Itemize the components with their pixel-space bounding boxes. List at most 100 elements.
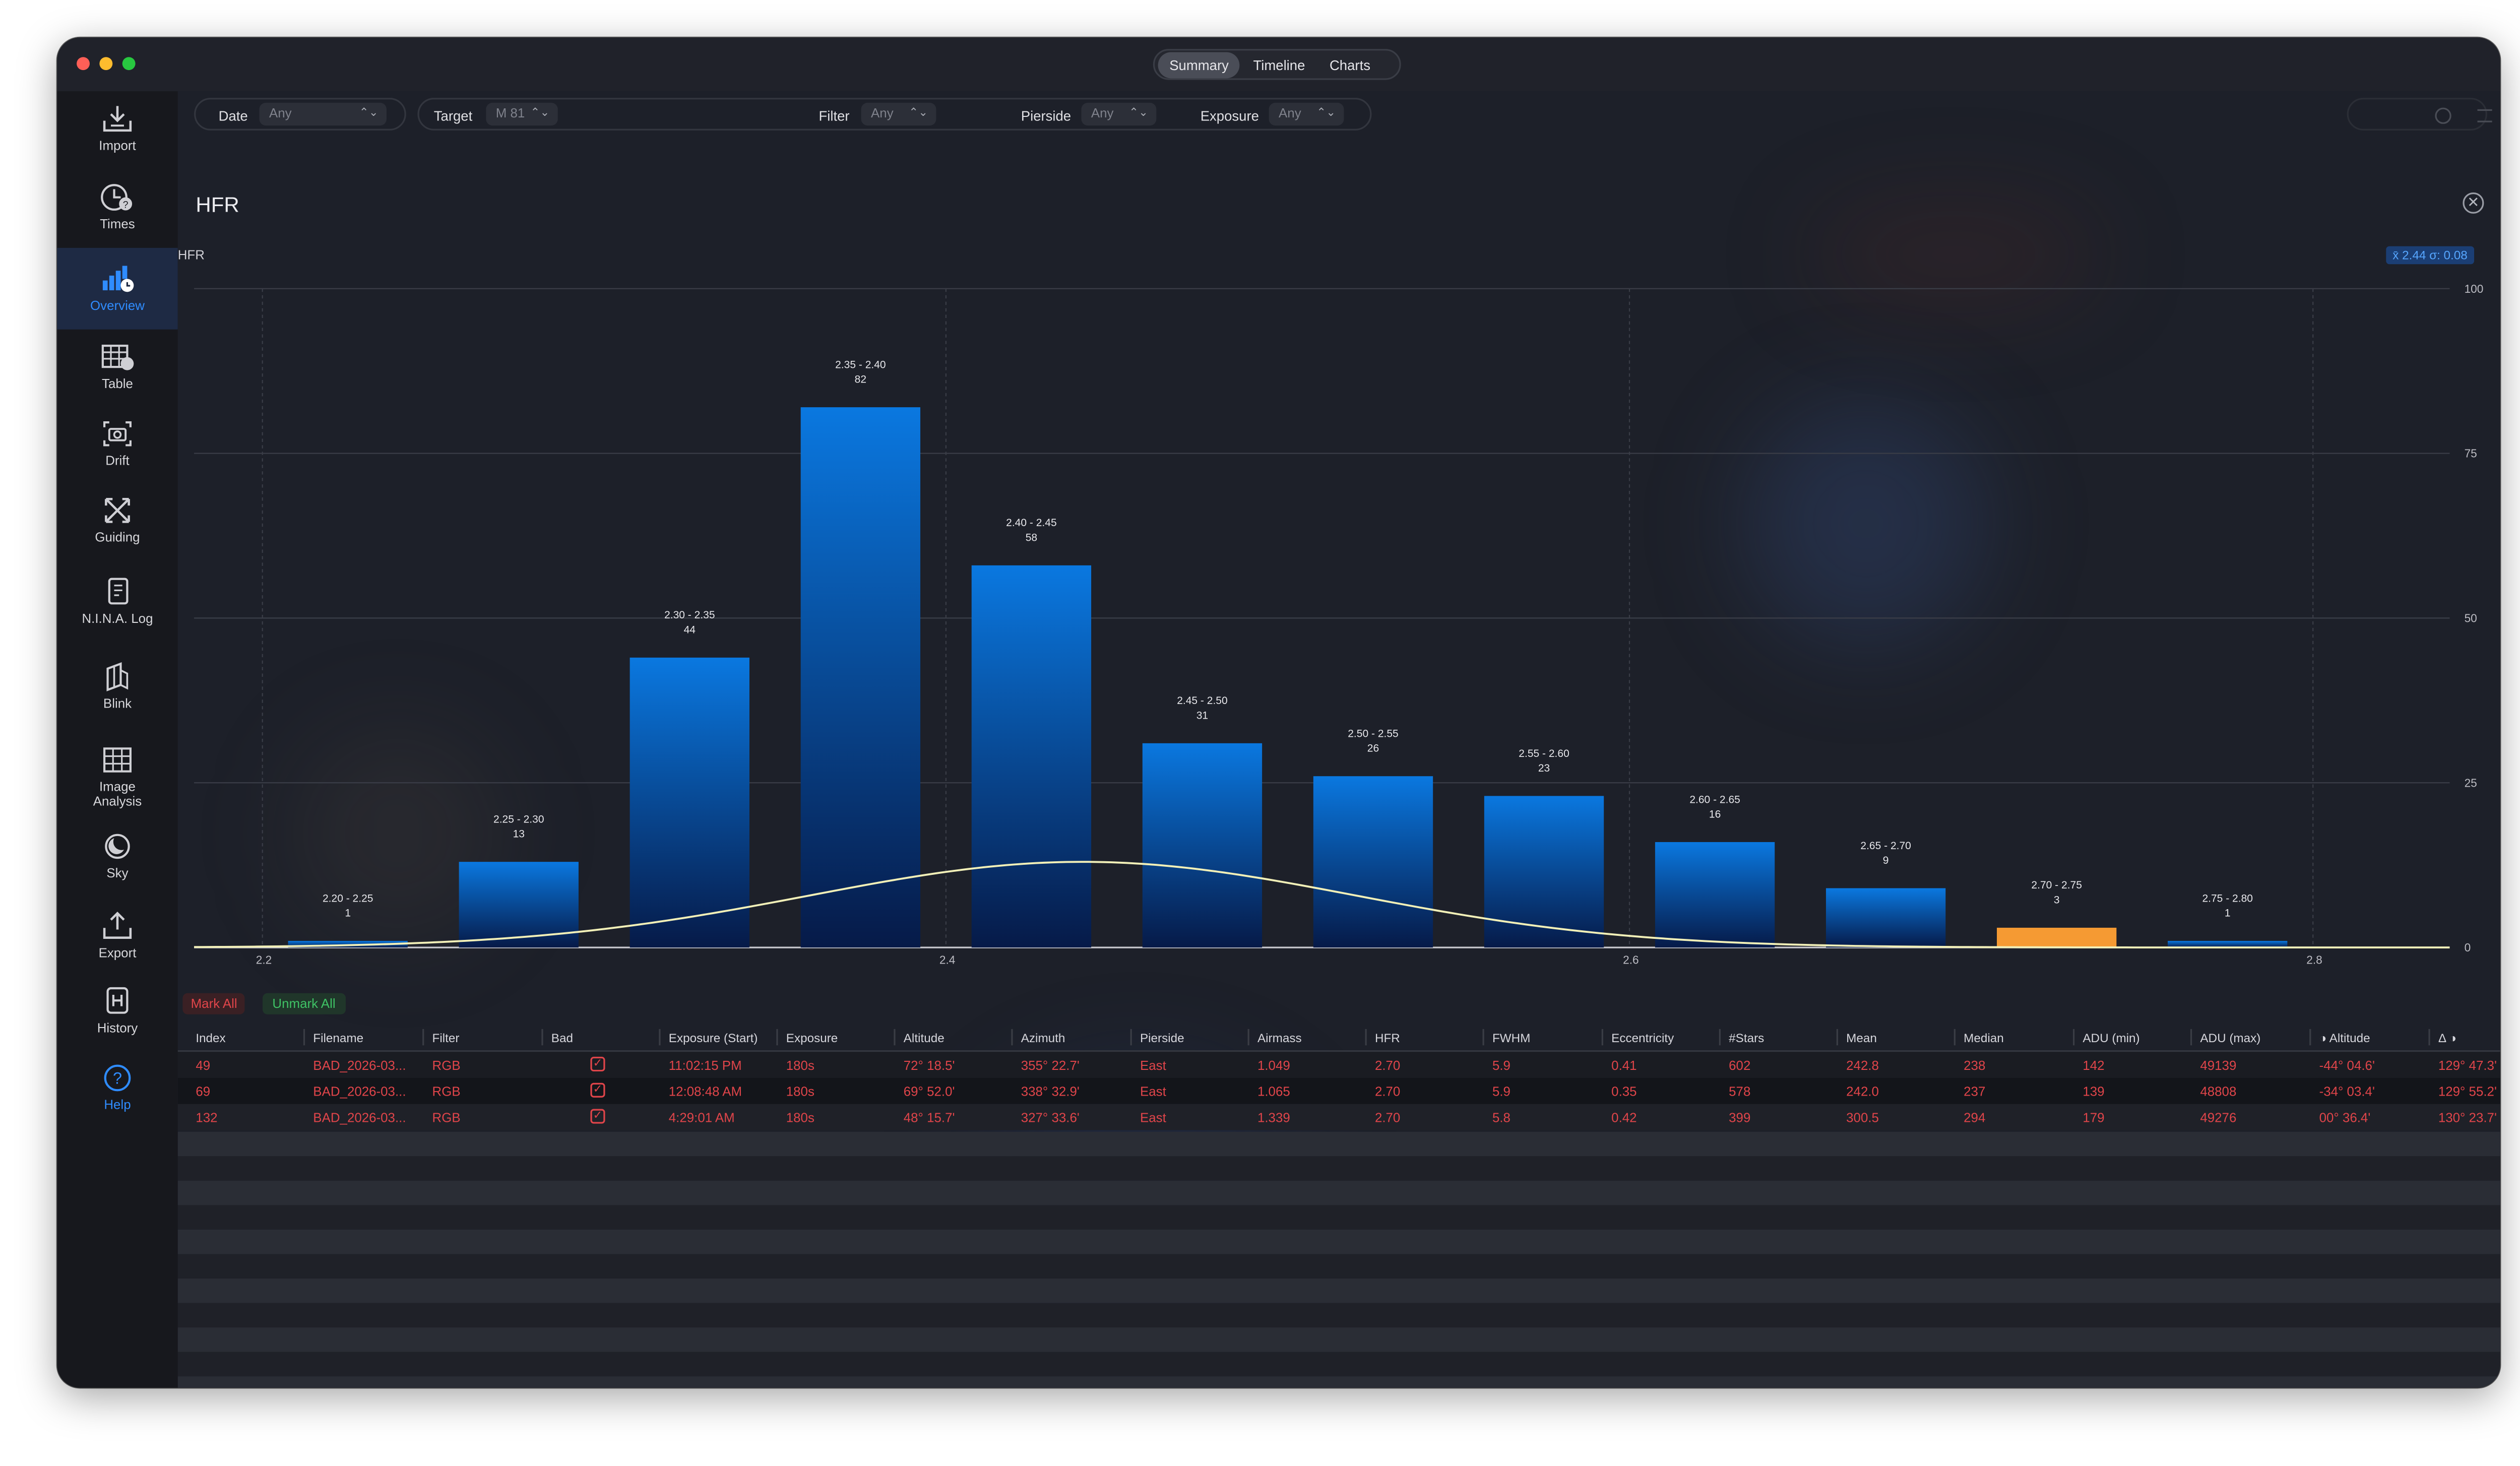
column-header[interactable]: Altitude — [904, 1031, 944, 1045]
close-window-button[interactable] — [77, 57, 90, 71]
column-header[interactable]: FWHM — [1492, 1031, 1530, 1045]
column-separator[interactable] — [659, 1029, 661, 1046]
chevron-updown-icon: ⌃⌄ — [359, 107, 379, 119]
column-header[interactable]: Pierside — [1140, 1031, 1184, 1045]
column-separator[interactable] — [422, 1029, 424, 1046]
arrows-icon — [105, 497, 130, 523]
tab-charts[interactable]: Charts — [1318, 51, 1381, 78]
column-separator[interactable] — [1954, 1029, 1956, 1046]
sidebar-item-nina-log[interactable]: N.I.N.A. Log — [57, 564, 177, 640]
sidebar-item-image-analysis[interactable]: Image Analysis — [57, 734, 177, 818]
sidebar-item-label: Export — [98, 945, 137, 961]
mark-all-button[interactable]: Mark All — [182, 993, 245, 1014]
bad-checkbox[interactable]: ✓ — [590, 1082, 605, 1098]
sidebar-item-table[interactable]: Table — [57, 330, 177, 405]
column-header[interactable]: Δ ◑ — [2438, 1031, 2456, 1045]
column-header[interactable]: Exposure — [786, 1031, 838, 1045]
column-header[interactable]: Airmass — [1257, 1031, 1302, 1045]
column-separator[interactable] — [1719, 1029, 1721, 1046]
sidebar-item-drift[interactable]: Drift — [57, 406, 177, 481]
table-cell: 242.0 — [1846, 1084, 1879, 1100]
settings-icon[interactable] — [2435, 107, 2451, 124]
document-icon — [108, 578, 129, 605]
target-filter-select[interactable]: M 81 ⌃⌄ — [486, 102, 558, 126]
pierside-filter-select[interactable]: Any ⌃⌄ — [1081, 102, 1157, 126]
view-segmented-control: Summary Timeline Charts — [1153, 49, 1401, 80]
exposure-filter-select[interactable]: Any ⌃⌄ — [1269, 102, 1344, 126]
column-separator[interactable] — [1601, 1029, 1603, 1046]
filter-filter-select[interactable]: Any ⌃⌄ — [861, 102, 936, 126]
svg-text:?: ? — [123, 200, 129, 211]
unmark-all-button[interactable]: Unmark All — [262, 993, 346, 1014]
table-cell: 4:29:01 AM — [668, 1110, 735, 1125]
x-tick-label: 2.6 — [1623, 953, 1639, 966]
sidebar-item-times[interactable]: ? Times — [57, 170, 177, 245]
column-header[interactable]: Median — [1964, 1031, 2004, 1045]
minimize-window-button[interactable] — [99, 57, 113, 71]
column-separator[interactable] — [2190, 1029, 2192, 1046]
tab-summary[interactable]: Summary — [1158, 51, 1240, 78]
column-header[interactable]: Filename — [313, 1031, 363, 1045]
column-separator[interactable] — [541, 1029, 543, 1046]
column-header[interactable]: Index — [196, 1031, 225, 1045]
column-header[interactable]: ADU (max) — [2200, 1031, 2260, 1045]
bar-range-label: 2.35 - 2.40 — [835, 359, 886, 370]
column-header[interactable]: #Stars — [1729, 1031, 1764, 1045]
column-separator[interactable] — [2309, 1029, 2311, 1046]
list-icon[interactable] — [2477, 109, 2492, 122]
column-separator[interactable] — [894, 1029, 896, 1046]
sidebar-item-guiding[interactable]: Guiding — [57, 483, 177, 558]
column-header[interactable]: Azimuth — [1021, 1031, 1065, 1045]
date-filter-select[interactable]: Any ⌃⌄ — [259, 102, 387, 126]
column-separator[interactable] — [303, 1029, 305, 1046]
column-separator[interactable] — [1247, 1029, 1249, 1046]
column-header[interactable]: ◑ Altitude — [2319, 1031, 2370, 1045]
table-cell: 11:02:15 PM — [668, 1058, 742, 1073]
bad-checkbox[interactable]: ✓ — [590, 1056, 605, 1072]
sidebar-item-sky[interactable]: Sky — [57, 818, 177, 894]
column-separator[interactable] — [1482, 1029, 1484, 1046]
column-header[interactable]: HFR — [1375, 1031, 1400, 1045]
sidebar-item-help[interactable]: ? Help — [57, 1050, 177, 1125]
column-header[interactable]: Filter — [432, 1031, 460, 1045]
column-header[interactable]: Eccentricity — [1611, 1031, 1674, 1045]
bad-checkbox[interactable]: ✓ — [590, 1109, 605, 1124]
table-row[interactable]: 132 BAD_2026-03... RGB ✓ 4:29:01 AM 180s 48° 1… — [177, 1104, 2500, 1130]
sidebar-item-blink[interactable]: Blink — [57, 649, 177, 724]
sidebar-item-import[interactable]: Import — [57, 91, 177, 166]
sidebar-item-history[interactable]: History — [57, 974, 177, 1049]
histogram-bar — [800, 407, 921, 948]
column-separator[interactable] — [1365, 1029, 1367, 1046]
sidebar-item-label: Sky — [106, 866, 129, 881]
empty-row — [177, 1180, 2500, 1205]
column-header[interactable]: Mean — [1846, 1031, 1877, 1045]
y-tick-label: 50 — [2465, 612, 2477, 625]
toolbar-right-group — [2347, 98, 2487, 131]
bar-count-label: 82 — [855, 374, 866, 386]
zoom-window-button[interactable] — [122, 57, 136, 71]
column-separator[interactable] — [2428, 1029, 2430, 1046]
sidebar-item-label: N.I.N.A. Log — [82, 611, 153, 626]
tab-timeline[interactable]: Timeline — [1242, 51, 1316, 78]
bar-range-label: 2.25 - 2.30 — [493, 813, 544, 825]
column-separator[interactable] — [1836, 1029, 1838, 1046]
column-separator[interactable] — [1130, 1029, 1132, 1046]
column-separator[interactable] — [2072, 1029, 2075, 1046]
table-header: Index Filename Filter Bad Exposure (Start) Ex… — [177, 1024, 2500, 1052]
panel-title: HFR — [196, 192, 239, 217]
x-tick-label: 2.2 — [256, 953, 272, 966]
column-header[interactable]: ADU (min) — [2083, 1031, 2139, 1045]
sidebar-item-overview[interactable]: Overview — [57, 247, 178, 330]
sidebar-item-export[interactable]: Export — [57, 899, 177, 974]
column-separator[interactable] — [776, 1029, 778, 1046]
close-panel-button[interactable]: ✕ — [2463, 192, 2484, 214]
table-row[interactable]: 69 BAD_2026-03... RGB ✓ 12:08:48 AM 180s 69° 5… — [177, 1077, 2500, 1104]
table-row[interactable]: 49 BAD_2026-03... RGB ✓ 11:02:15 PM 180s 72° 1… — [177, 1052, 2500, 1078]
column-header[interactable]: Exposure (Start) — [669, 1031, 758, 1045]
column-separator[interactable] — [1011, 1029, 1013, 1046]
table-cell: 132 — [196, 1110, 218, 1125]
sidebar: Import ? Times Overview Table Drift Guid… — [57, 91, 178, 1388]
column-header[interactable]: Bad — [551, 1031, 573, 1045]
table-cell: 5.8 — [1492, 1110, 1510, 1125]
sidebar-item-label: Drift — [105, 453, 130, 468]
